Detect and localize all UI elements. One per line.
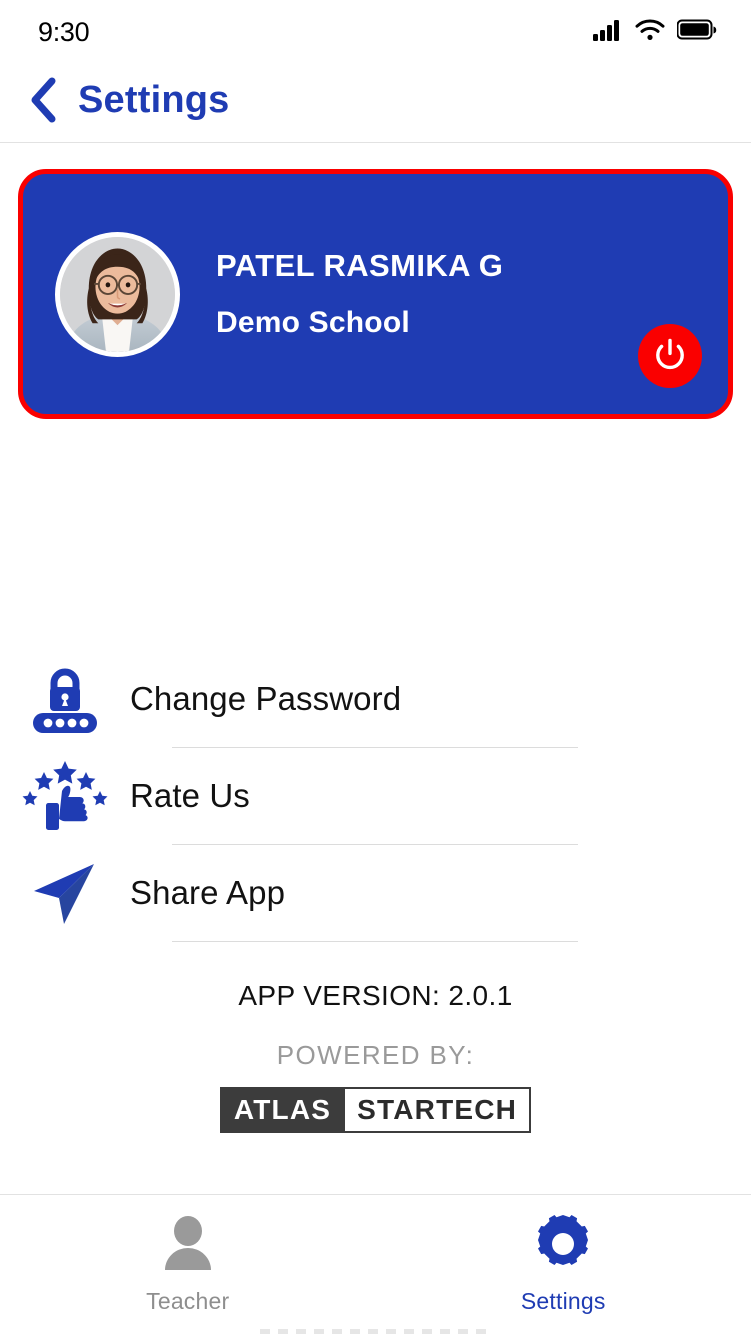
home-indicator — [259, 1329, 492, 1334]
logo-startech-text: STARTECH — [345, 1087, 532, 1133]
logo-atlas-text: ATLAS — [219, 1087, 346, 1133]
cellular-signal-icon — [593, 19, 623, 46]
menu-divider — [172, 941, 578, 942]
menu-item-share-app[interactable]: Share App — [0, 845, 751, 941]
profile-info: PATEL RASMIKA G Demo School — [216, 248, 503, 340]
settings-menu: Change Password Rate Us Share App — [0, 651, 751, 942]
nav-tab-label: Settings — [520, 1288, 606, 1314]
atlas-startech-logo: ATLAS STARTECH — [219, 1087, 532, 1133]
app-version: APP VERSION: 2.0.1 — [238, 980, 513, 1011]
app-header: Settings — [0, 64, 751, 142]
nav-tab-label: Teacher — [146, 1288, 230, 1314]
thumbs-up-stars-icon — [0, 759, 130, 833]
battery-full-icon — [676, 19, 717, 46]
footer-info: APP VERSION: 2.0.1 POWERED BY: ATLAS STA… — [0, 980, 751, 1133]
status-bar: 9:30 — [0, 0, 751, 64]
settings-screen: 9:30 Settings PATEL RASMIKA G Demo Schoo… — [0, 0, 751, 1334]
nav-tab-settings[interactable]: Settings — [376, 1213, 751, 1315]
avatar — [55, 231, 180, 357]
page-title: Settings — [78, 78, 230, 121]
user-profile-photo — [60, 236, 175, 352]
powered-by-label: POWERED BY: — [276, 1040, 475, 1070]
menu-item-label: Rate Us — [130, 777, 250, 814]
layout-spacer — [0, 1133, 751, 1194]
share-send-icon — [0, 858, 130, 928]
menu-item-label: Change Password — [130, 680, 402, 717]
person-icon — [157, 1213, 219, 1280]
profile-card-container: PATEL RASMIKA G Demo School — [0, 143, 751, 419]
bottom-navigation: Teacher Settings — [0, 1194, 751, 1334]
status-icons — [593, 19, 717, 46]
menu-item-change-password[interactable]: Change Password — [0, 651, 751, 747]
wifi-icon — [635, 19, 665, 46]
menu-item-rate-us[interactable]: Rate Us — [0, 748, 751, 844]
profile-name: PATEL RASMIKA G — [216, 248, 504, 283]
profile-school: Demo School — [216, 306, 410, 339]
logout-button[interactable] — [638, 324, 702, 388]
lock-password-icon — [0, 663, 130, 735]
chevron-left-icon[interactable] — [28, 77, 58, 123]
status-time: 9:30 — [38, 16, 90, 47]
gear-icon — [532, 1213, 594, 1280]
power-icon — [652, 336, 688, 377]
profile-card[interactable]: PATEL RASMIKA G Demo School — [18, 169, 733, 419]
menu-item-label: Share App — [130, 874, 286, 911]
nav-tab-teacher[interactable]: Teacher — [0, 1213, 376, 1315]
